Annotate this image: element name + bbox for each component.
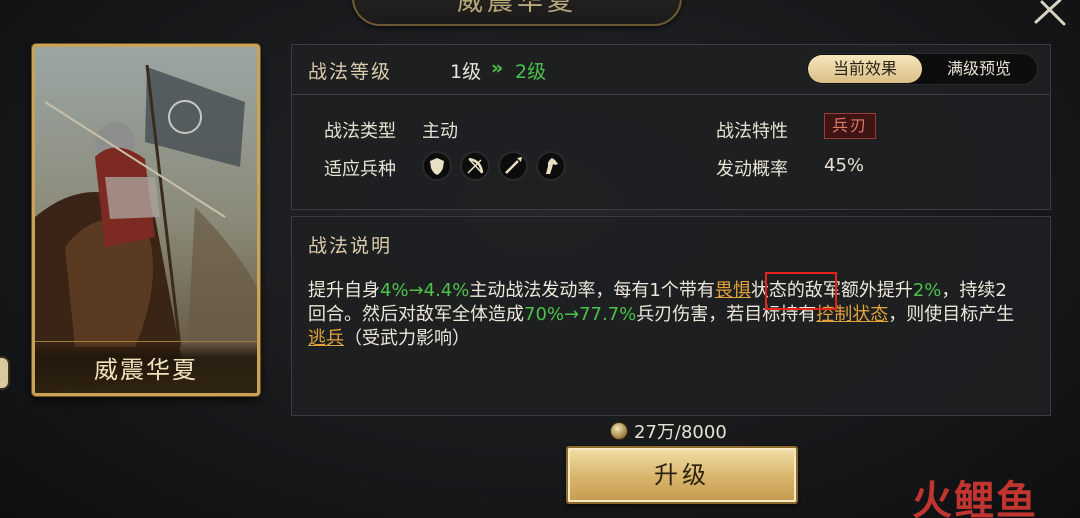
level-arrow-icon: » — [491, 57, 504, 79]
desc-text-3: 状态的敌军额外提升 — [750, 280, 913, 301]
tab-max-preview[interactable]: 满级预览 — [922, 55, 1036, 83]
level-label: 战法等级 — [308, 61, 393, 83]
side-tab[interactable] — [0, 356, 10, 390]
spear-icon — [498, 151, 528, 181]
skill-type-value: 主动 — [422, 121, 458, 142]
trigger-rate-label: 发动概率 — [716, 159, 788, 180]
skill-description-panel: 战法说明 提升自身4%→4.4%主动战法发动率，每有1个带有畏惧状态的敌军额外提… — [291, 216, 1051, 416]
skill-info-panel: 战法等级 1级 » 2级 当前效果 满级预览 战法类型 主动 战法特性 兵刃 适… — [291, 44, 1051, 210]
bow-icon — [460, 151, 490, 181]
fear-status-link[interactable]: 畏惧 — [715, 280, 751, 301]
skill-type-label: 战法类型 — [324, 121, 396, 142]
card-name: 威震华夏 — [94, 356, 198, 384]
level-next: 2级 — [515, 61, 547, 83]
troop-type-label: 适应兵种 — [324, 159, 396, 180]
upgrade-cost: 27万/8000 — [610, 418, 727, 444]
desc-text-6: ，则使目标产生 — [888, 304, 1015, 325]
desc-text-2: 主动战法发动率，每有1个带有 — [469, 280, 715, 301]
cost-value: 27万/8000 — [634, 422, 727, 443]
desc-value-rate: 4%→4.4% — [380, 280, 470, 301]
trait-badge: 兵刃 — [824, 113, 876, 139]
description-text: 提升自身4%→4.4%主动战法发动率，每有1个带有畏惧状态的敌军额外提升2%，持… — [308, 279, 1020, 351]
watermark-logo: 火鲤鱼 — [912, 477, 1038, 518]
coin-icon — [610, 422, 628, 440]
desc-value-extra: 2% — [912, 280, 942, 301]
control-status-link[interactable]: 控制状态 — [816, 304, 888, 325]
upgrade-button[interactable]: 升级 — [566, 446, 798, 504]
desc-text-7: （受武力影响） — [344, 328, 470, 349]
skill-trait-label: 战法特性 — [716, 121, 788, 142]
desc-value-damage: 70%→77.7% — [524, 304, 637, 325]
tab-current-effect[interactable]: 当前效果 — [808, 55, 922, 83]
level-current: 1级 — [450, 61, 482, 83]
trigger-rate-value: 45% — [824, 155, 865, 176]
desertion-status-link[interactable]: 逃兵 — [308, 328, 344, 349]
close-icon — [1034, 0, 1066, 26]
horse-icon — [536, 151, 566, 181]
shield-icon — [422, 151, 452, 181]
page-title: 威震华夏 — [456, 0, 577, 17]
close-button[interactable] — [1030, 0, 1070, 28]
title-banner: 威震华夏 — [352, 0, 682, 26]
level-row: 战法等级 1级 » 2级 当前效果 满级预览 — [292, 45, 1050, 95]
desc-text-1: 提升自身 — [308, 280, 380, 301]
effect-tabs: 当前效果 满级预览 — [806, 53, 1038, 85]
desc-text-5: 兵刃伤害，若目标持有 — [636, 304, 817, 325]
card-name-plate: 威震华夏 — [35, 341, 257, 393]
skill-card: 威震华夏 — [32, 44, 260, 396]
description-title: 战法说明 — [308, 235, 393, 257]
